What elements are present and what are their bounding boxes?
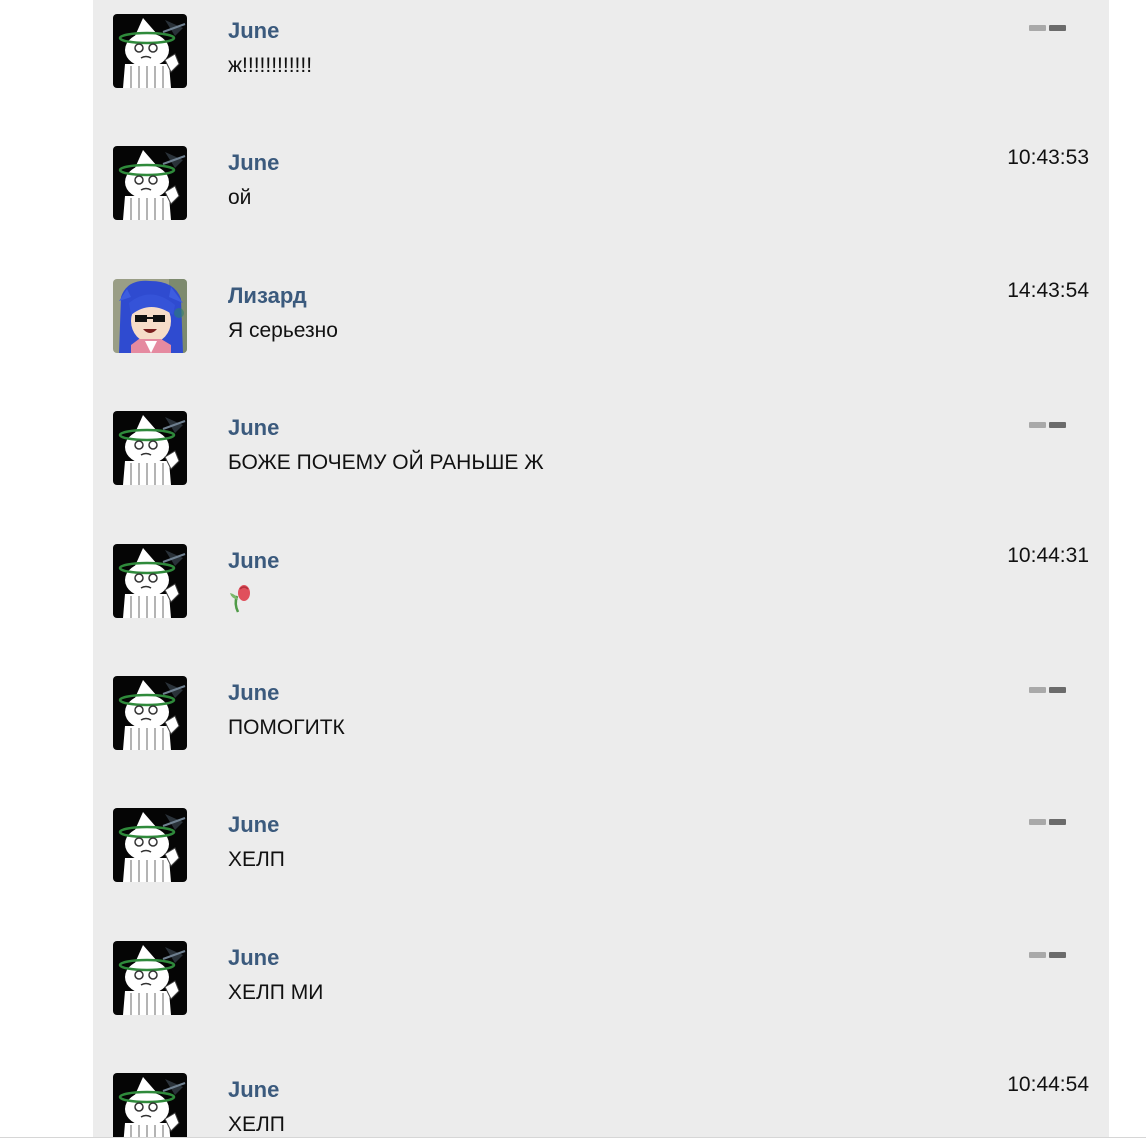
- message-item: June ж!!!!!!!!!!!!: [93, 14, 1109, 124]
- message-author[interactable]: June: [228, 18, 279, 44]
- pending-indicator-icon: [1029, 819, 1067, 826]
- avatar-june[interactable]: [113, 941, 187, 1015]
- message-item: June ХЕЛП МИ: [93, 941, 1109, 1051]
- message-timestamp[interactable]: 10:44:54: [1007, 1073, 1089, 1097]
- message-timestamp[interactable]: 10:44:31: [1007, 544, 1089, 568]
- message-author[interactable]: June: [228, 680, 279, 706]
- message-author[interactable]: June: [228, 415, 279, 441]
- page: June ж!!!!!!!!!!!! June ой 10:43:53 Лиза…: [0, 0, 1146, 1142]
- message-text: ой: [228, 186, 252, 209]
- message-author[interactable]: June: [228, 150, 279, 176]
- avatar-june[interactable]: [113, 544, 187, 618]
- message-author[interactable]: June: [228, 1077, 279, 1103]
- message-author[interactable]: June: [228, 945, 279, 971]
- pending-indicator-icon: [1029, 952, 1067, 959]
- june-avatar-icon: [113, 808, 187, 882]
- message-item: June ПОМОГИТК: [93, 676, 1109, 786]
- june-avatar-icon: [113, 14, 187, 88]
- message-item: June ХЕЛП 10:44:54: [93, 1073, 1109, 1137]
- avatar-june[interactable]: [113, 676, 187, 750]
- message-timestamp[interactable]: 10:43:53: [1007, 146, 1089, 170]
- avatar-lizard[interactable]: [113, 279, 187, 353]
- avatar-june[interactable]: [113, 14, 187, 88]
- message-item: June ХЕЛП: [93, 808, 1109, 918]
- june-avatar-icon: [113, 941, 187, 1015]
- message-item: June 10:44:31: [93, 544, 1109, 654]
- message-timestamp[interactable]: 14:43:54: [1007, 279, 1089, 303]
- chat-history[interactable]: June ж!!!!!!!!!!!! June ой 10:43:53 Лиза…: [93, 0, 1109, 1137]
- pending-indicator-icon: [1029, 422, 1067, 429]
- avatar-june[interactable]: [113, 146, 187, 220]
- message-item: Лизард Я серьезно 14:43:54: [93, 279, 1109, 389]
- message-author[interactable]: Лизард: [228, 283, 307, 309]
- message-author[interactable]: June: [228, 548, 279, 574]
- june-avatar-icon: [113, 676, 187, 750]
- june-avatar-icon: [113, 146, 187, 220]
- lizard-avatar-icon: [113, 279, 187, 353]
- message-text: ПОМОГИТК: [228, 716, 345, 739]
- message-text: ж!!!!!!!!!!!!: [228, 54, 313, 77]
- pending-indicator-icon: [1029, 687, 1067, 694]
- avatar-june[interactable]: [113, 808, 187, 882]
- message-item: June БОЖЕ ПОЧЕМУ ОЙ РАНЬШЕ Ж: [93, 411, 1109, 521]
- avatar-june[interactable]: [113, 411, 187, 485]
- june-avatar-icon: [113, 544, 187, 618]
- message-text: БОЖЕ ПОЧЕМУ ОЙ РАНЬШЕ Ж: [228, 451, 544, 474]
- june-avatar-icon: [113, 1073, 187, 1137]
- message-text: Я серьезно: [228, 319, 338, 342]
- message-text: ХЕЛП МИ: [228, 981, 324, 1004]
- message-item: June ой 10:43:53: [93, 146, 1109, 256]
- message-text: ХЕЛП: [228, 848, 285, 871]
- pending-indicator-icon: [1029, 25, 1067, 32]
- message-author[interactable]: June: [228, 812, 279, 838]
- rose-sticker-icon[interactable]: [228, 584, 254, 614]
- avatar-june[interactable]: [113, 1073, 187, 1137]
- june-avatar-icon: [113, 411, 187, 485]
- message-text: ХЕЛП: [228, 1113, 285, 1136]
- bottom-divider: [0, 1137, 1146, 1138]
